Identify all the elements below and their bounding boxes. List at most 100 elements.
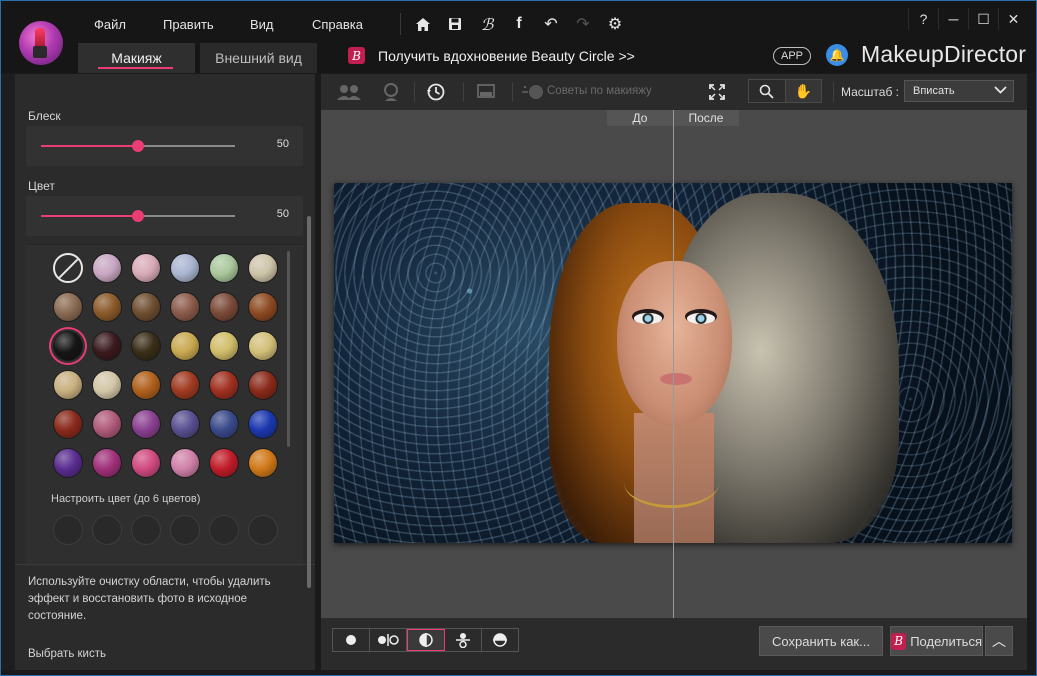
- settings-gear-icon[interactable]: ⚙: [599, 11, 631, 37]
- scale-dropdown[interactable]: Вписать: [904, 80, 1014, 102]
- color-swatch[interactable]: [209, 448, 239, 478]
- after-label: После: [673, 110, 739, 126]
- color-swatch[interactable]: [248, 253, 278, 283]
- compare-faces-icon[interactable]: [335, 80, 363, 104]
- makeup-tips-icon[interactable]: [519, 80, 547, 104]
- split-horizontal-view-icon[interactable]: [482, 629, 518, 651]
- save-icon[interactable]: [439, 11, 471, 37]
- color-swatch[interactable]: [131, 331, 161, 361]
- swatch-scrollbar[interactable]: [287, 251, 290, 447]
- zoom-magnifier-icon[interactable]: [749, 80, 785, 102]
- minimize-button[interactable]: ─: [938, 8, 968, 30]
- image-compare-icon[interactable]: [472, 80, 500, 104]
- color-slider-fill: [41, 215, 138, 217]
- color-swatch[interactable]: [170, 409, 200, 439]
- fullscreen-icon[interactable]: [703, 80, 731, 104]
- color-swatch[interactable]: [131, 409, 161, 439]
- color-swatch[interactable]: [170, 292, 200, 322]
- help-button[interactable]: ?: [908, 8, 938, 30]
- tab-makeup[interactable]: Макияж: [78, 43, 195, 73]
- color-swatch[interactable]: [131, 292, 161, 322]
- color-swatch[interactable]: [53, 331, 83, 361]
- app-button[interactable]: APP: [773, 47, 811, 65]
- color-swatch[interactable]: [248, 292, 278, 322]
- beauty-circle-icon[interactable]: ℬ: [471, 11, 503, 37]
- right-eye: [687, 313, 715, 324]
- color-swatch[interactable]: [53, 370, 83, 400]
- color-swatch[interactable]: [170, 370, 200, 400]
- beauty-circle-promo[interactable]: B Получить вдохновение Beauty Circle >>: [348, 47, 635, 64]
- notification-bell-icon[interactable]: 🔔: [826, 44, 848, 66]
- color-swatch[interactable]: [131, 448, 161, 478]
- color-swatch[interactable]: [53, 409, 83, 439]
- color-swatch[interactable]: [131, 253, 161, 283]
- color-swatch[interactable]: [92, 253, 122, 283]
- color-value: 50: [276, 208, 289, 220]
- color-slider[interactable]: [41, 210, 235, 222]
- bottom-bar: Сохранить как... B Поделиться ︿: [321, 618, 1027, 670]
- shine-slider[interactable]: [41, 140, 235, 152]
- undo-icon[interactable]: ↶: [535, 11, 567, 37]
- panel-scrollbar[interactable]: [307, 216, 311, 588]
- save-as-button[interactable]: Сохранить как...: [759, 626, 883, 656]
- color-swatch[interactable]: [209, 370, 239, 400]
- history-icon[interactable]: [422, 80, 450, 104]
- color-swatch[interactable]: [53, 292, 83, 322]
- split-vertical-view-icon[interactable]: [407, 629, 445, 651]
- close-button[interactable]: ✕: [998, 8, 1028, 30]
- color-swatch[interactable]: [92, 370, 122, 400]
- menu-file[interactable]: Файл: [94, 17, 126, 32]
- color-swatch[interactable]: [248, 370, 278, 400]
- custom-color-slot[interactable]: [209, 515, 239, 545]
- area-cleanup-tip: Используйте очистку области, чтобы удали…: [28, 576, 271, 622]
- no-color-icon[interactable]: [53, 253, 83, 283]
- menu-view[interactable]: Вид: [250, 17, 274, 32]
- color-swatch[interactable]: [209, 331, 239, 361]
- color-swatch[interactable]: [209, 253, 239, 283]
- custom-color-slot[interactable]: [53, 515, 83, 545]
- toolbar-separator: [512, 82, 513, 102]
- menu-edit[interactable]: Править: [163, 17, 214, 32]
- beauty-circle-badge-icon: B: [348, 47, 365, 64]
- custom-color-slot[interactable]: [92, 515, 122, 545]
- color-swatch[interactable]: [131, 370, 161, 400]
- shine-slider-knob[interactable]: [132, 140, 144, 152]
- top-bottom-view-icon[interactable]: [445, 629, 482, 651]
- color-swatch[interactable]: [92, 448, 122, 478]
- face-profile-icon[interactable]: [377, 80, 405, 104]
- facebook-icon[interactable]: f: [503, 11, 535, 37]
- single-view-icon[interactable]: [333, 629, 370, 651]
- color-swatch[interactable]: [248, 448, 278, 478]
- pan-hand-icon[interactable]: ✋: [784, 80, 821, 102]
- makeup-tips-label[interactable]: Советы по макияжу: [547, 85, 652, 97]
- tab-appearance[interactable]: Внешний вид: [200, 43, 317, 73]
- chevron-up-icon[interactable]: ︿: [985, 626, 1013, 656]
- side-by-side-view-icon[interactable]: [370, 629, 407, 651]
- promo-text[interactable]: Получить вдохновение Beauty Circle >>: [378, 48, 635, 64]
- share-button[interactable]: B Поделиться: [890, 626, 983, 656]
- color-swatch[interactable]: [170, 448, 200, 478]
- color-swatch[interactable]: [92, 409, 122, 439]
- color-swatch[interactable]: [53, 448, 83, 478]
- app-logo[interactable]: [19, 21, 63, 65]
- color-swatch[interactable]: [170, 331, 200, 361]
- custom-color-slot[interactable]: [131, 515, 161, 545]
- photo-canvas[interactable]: До После: [321, 110, 1027, 618]
- before-after-split-line[interactable]: [673, 110, 674, 618]
- color-swatch[interactable]: [248, 331, 278, 361]
- color-swatch[interactable]: [92, 292, 122, 322]
- custom-color-slot[interactable]: [170, 515, 200, 545]
- home-icon[interactable]: [407, 11, 439, 37]
- choose-brush-label[interactable]: Выбрать кисть: [28, 648, 106, 660]
- redo-icon[interactable]: ↷: [567, 11, 599, 37]
- color-slider-knob[interactable]: [132, 210, 144, 222]
- menu-help[interactable]: Справка: [312, 17, 363, 32]
- maximize-button[interactable]: ☐: [968, 8, 998, 30]
- custom-color-slot[interactable]: [248, 515, 278, 545]
- color-swatch[interactable]: [170, 253, 200, 283]
- color-swatch[interactable]: [209, 292, 239, 322]
- color-swatch[interactable]: [92, 331, 122, 361]
- color-swatch[interactable]: [248, 409, 278, 439]
- scale-value: Вписать: [913, 85, 955, 97]
- color-swatch[interactable]: [209, 409, 239, 439]
